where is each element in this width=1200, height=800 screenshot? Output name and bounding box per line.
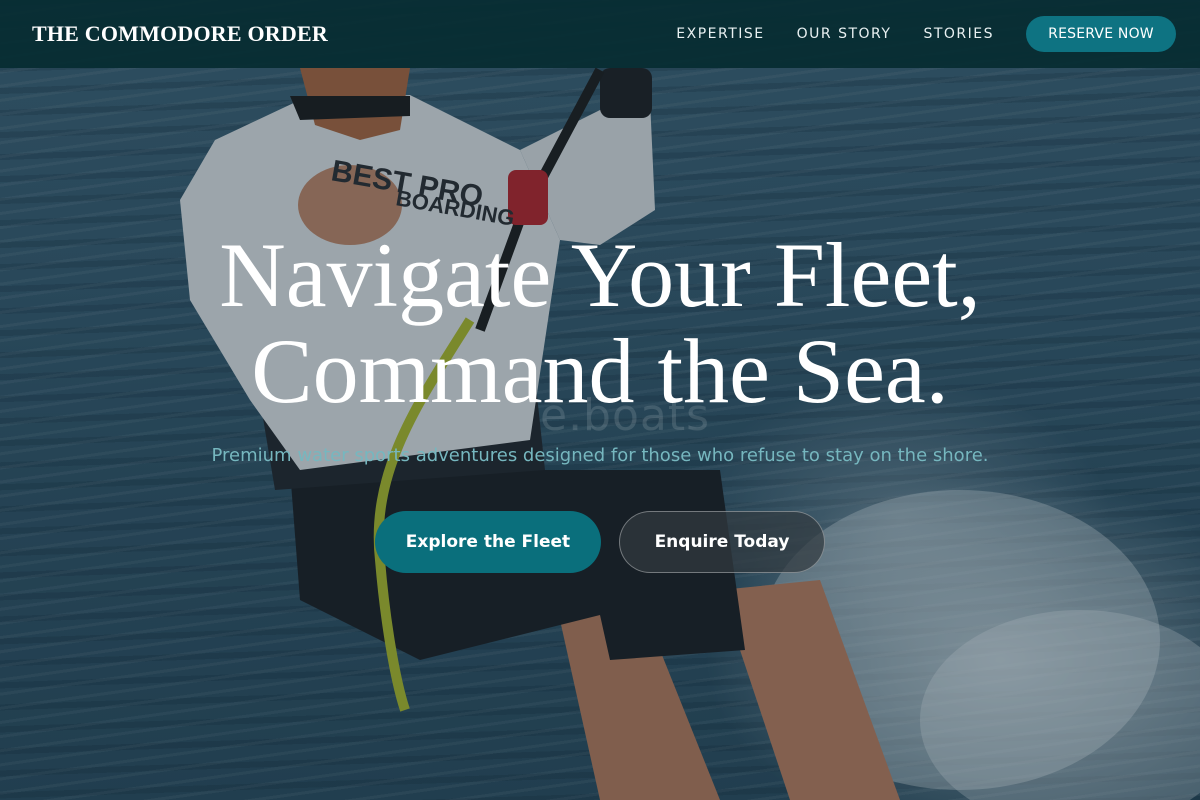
brand-logo-text[interactable]: THE COMMODORE ORDER bbox=[32, 21, 328, 47]
nav-link-stories[interactable]: STORIES bbox=[923, 26, 994, 42]
watermark-text: e.boats bbox=[540, 390, 711, 441]
hero-headline-line1: Navigate Your Fleet, bbox=[219, 224, 981, 326]
explore-fleet-button[interactable]: Explore the Fleet bbox=[375, 511, 601, 573]
nav-link-our-story[interactable]: OUR STORY bbox=[797, 26, 892, 42]
nav-link-expertise[interactable]: EXPERTISE bbox=[676, 26, 764, 42]
hero-cta-row: Explore the Fleet Enquire Today bbox=[0, 511, 1200, 573]
hero-subheadline: Premium water sports adventures designed… bbox=[211, 445, 989, 466]
reserve-now-button[interactable]: RESERVE NOW bbox=[1026, 16, 1176, 52]
top-navigation-bar: THE COMMODORE ORDER EXPERTISE OUR STORY … bbox=[0, 0, 1200, 68]
hero-section: Navigate Your Fleet, Command the Sea. e.… bbox=[0, 0, 1200, 800]
enquire-today-button[interactable]: Enquire Today bbox=[619, 511, 825, 573]
nav-links: EXPERTISE OUR STORY STORIES bbox=[676, 26, 994, 42]
